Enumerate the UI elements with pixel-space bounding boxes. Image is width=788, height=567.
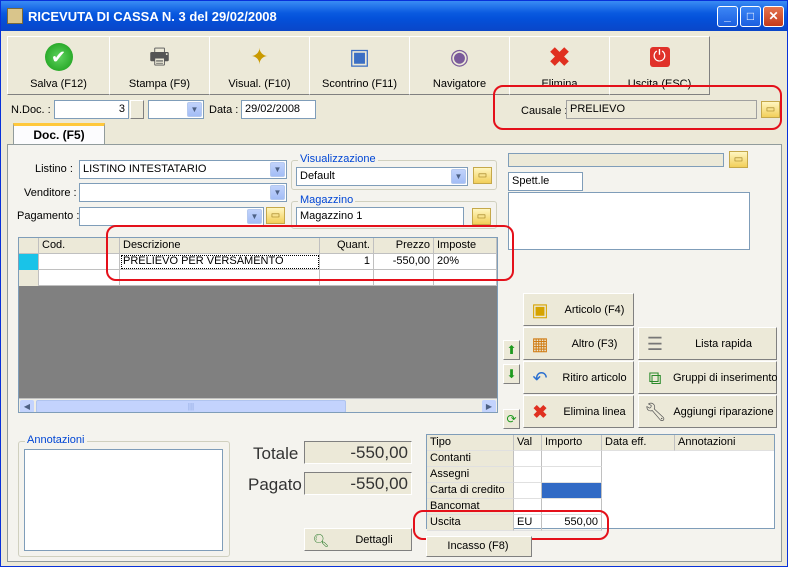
- move-down-button[interactable]: ⬇: [503, 364, 520, 384]
- folder-icon[interactable]: ▭: [473, 167, 492, 184]
- customer-title-field[interactable]: Spett.le: [508, 172, 583, 191]
- gruppi-button[interactable]: ⧉ Gruppi di inserimento: [638, 361, 778, 394]
- elimina-linea-button[interactable]: ✖ Elimina linea: [523, 395, 634, 428]
- totale-value: -550,00: [304, 441, 412, 464]
- payment-type: Contanti: [427, 451, 514, 467]
- folder-icon[interactable]: ▭: [472, 208, 491, 225]
- cash-register-icon: ▣: [349, 44, 370, 69]
- folder-icon[interactable]: ▭: [729, 151, 748, 168]
- box-add-icon: ▣: [531, 300, 549, 320]
- grid-add-icon: ▦: [531, 334, 549, 354]
- pagamento-label: Pagamento :: [17, 210, 80, 222]
- listino-label: Listino :: [35, 163, 73, 175]
- magic-wand-icon: ✦: [250, 44, 269, 69]
- listino-combo[interactable]: LISTINO INTESTATARIO ▼: [79, 160, 287, 179]
- red-x-icon: ✖: [532, 402, 548, 422]
- column-header[interactable]: Val: [514, 435, 542, 451]
- move-up-button[interactable]: ⬆: [503, 340, 520, 360]
- navigator-button[interactable]: ◉ Navigatore: [409, 36, 510, 95]
- payment-type: Carta di credito: [427, 483, 514, 499]
- row-selector[interactable]: [19, 254, 39, 270]
- incasso-button[interactable]: Incasso (F8): [426, 536, 532, 557]
- folder-icon[interactable]: ▭: [266, 207, 285, 224]
- group-add-icon: ⧉: [648, 368, 662, 388]
- tab-doc[interactable]: Doc. (F5): [13, 123, 105, 145]
- check-icon: ✔: [44, 43, 73, 71]
- refresh-button[interactable]: ⟳: [503, 409, 520, 429]
- chevron-down-icon[interactable]: ▼: [270, 162, 285, 177]
- magazzino-field[interactable]: Magazzino 1: [296, 207, 464, 226]
- scroll-left-icon[interactable]: ◀: [20, 400, 34, 412]
- wrench-icon: 🔧︎: [644, 402, 667, 422]
- dettagli-button[interactable]: 🔍︎ Dettagli: [304, 528, 412, 551]
- column-header[interactable]: Tipo: [427, 435, 514, 451]
- totale-label: Totale: [253, 444, 299, 463]
- customer-address-area[interactable]: [508, 192, 750, 250]
- visualizzazione-combo[interactable]: Default ▼: [296, 167, 468, 186]
- venditore-label: Venditore :: [24, 187, 77, 199]
- pagato-value: -550,00: [304, 472, 412, 495]
- chevron-down-icon[interactable]: ▼: [451, 169, 466, 184]
- customer-search-field[interactable]: [508, 153, 724, 167]
- print-button[interactable]: 🖶 Stampa (F9): [109, 36, 210, 95]
- title-bar: RICEVUTA DI CASSA N. 3 del 29/02/2008 _ …: [1, 1, 787, 31]
- magnifier-icon: 🔍︎: [312, 533, 330, 548]
- date-field[interactable]: 29/02/2008: [241, 100, 316, 119]
- horizontal-scrollbar[interactable]: ◀ ||| ▶: [19, 398, 497, 412]
- altro-button[interactable]: ▦ Altro (F3): [523, 327, 634, 360]
- window-title: RICEVUTA DI CASSA N. 3 del 29/02/2008: [28, 9, 277, 24]
- chevron-down-icon[interactable]: ▼: [247, 209, 262, 224]
- selected-cell[interactable]: [542, 483, 602, 499]
- close-button[interactable]: ✕: [763, 6, 784, 27]
- scroll-right-icon[interactable]: ▶: [482, 400, 496, 412]
- series-combo[interactable]: ▼: [148, 100, 204, 119]
- arrow-up-icon: ⬆: [506, 343, 517, 357]
- app-icon: [7, 8, 23, 24]
- ndoc-spin-button[interactable]: [130, 100, 144, 119]
- pagato-label: Pagato: [248, 475, 302, 494]
- minimize-button[interactable]: _: [717, 6, 738, 27]
- column-header[interactable]: Data eff.: [602, 435, 675, 451]
- chevron-down-icon[interactable]: ▼: [270, 185, 285, 200]
- column-header[interactable]: Annotazioni: [675, 435, 774, 451]
- printer-icon: 🖶: [149, 44, 170, 69]
- articolo-button[interactable]: ▣ Articolo (F4): [523, 293, 634, 326]
- ritiro-button[interactable]: ↶ Ritiro articolo: [523, 361, 634, 394]
- arrow-down-icon: ⬇: [506, 367, 517, 381]
- undo-arrow-icon: ↶: [532, 368, 548, 388]
- column-header[interactable]: Importo: [542, 435, 602, 451]
- riparazione-button[interactable]: 🔧︎ Aggiungi riparazione: [638, 395, 777, 428]
- chevron-down-icon[interactable]: ▼: [187, 102, 202, 117]
- annotazioni-area[interactable]: [24, 449, 223, 551]
- save-button[interactable]: ✔ Salva (F12): [7, 36, 110, 95]
- compass-icon: ◉: [449, 44, 470, 69]
- ndoc-label: N.Doc. :: [11, 104, 51, 116]
- refresh-icon: ⟳: [506, 412, 517, 426]
- ndoc-field[interactable]: 3: [54, 100, 129, 119]
- data-label: Data :: [209, 104, 239, 116]
- venditore-combo[interactable]: ▼: [79, 183, 287, 202]
- scroll-thumb[interactable]: |||: [36, 400, 346, 412]
- payment-type: Assegni: [427, 467, 514, 483]
- maximize-button[interactable]: □: [740, 6, 761, 27]
- lista-rapida-button[interactable]: ☰ Lista rapida: [638, 327, 777, 360]
- app-window: RICEVUTA DI CASSA N. 3 del 29/02/2008 _ …: [0, 0, 788, 567]
- list-add-icon: ☰: [646, 334, 664, 354]
- receipt-button[interactable]: ▣ Scontrino (F11): [309, 36, 410, 95]
- pagamento-combo[interactable]: ▼: [79, 207, 264, 226]
- view-button[interactable]: ✦ Visual. (F10): [209, 36, 310, 95]
- line-highlight: [106, 225, 514, 281]
